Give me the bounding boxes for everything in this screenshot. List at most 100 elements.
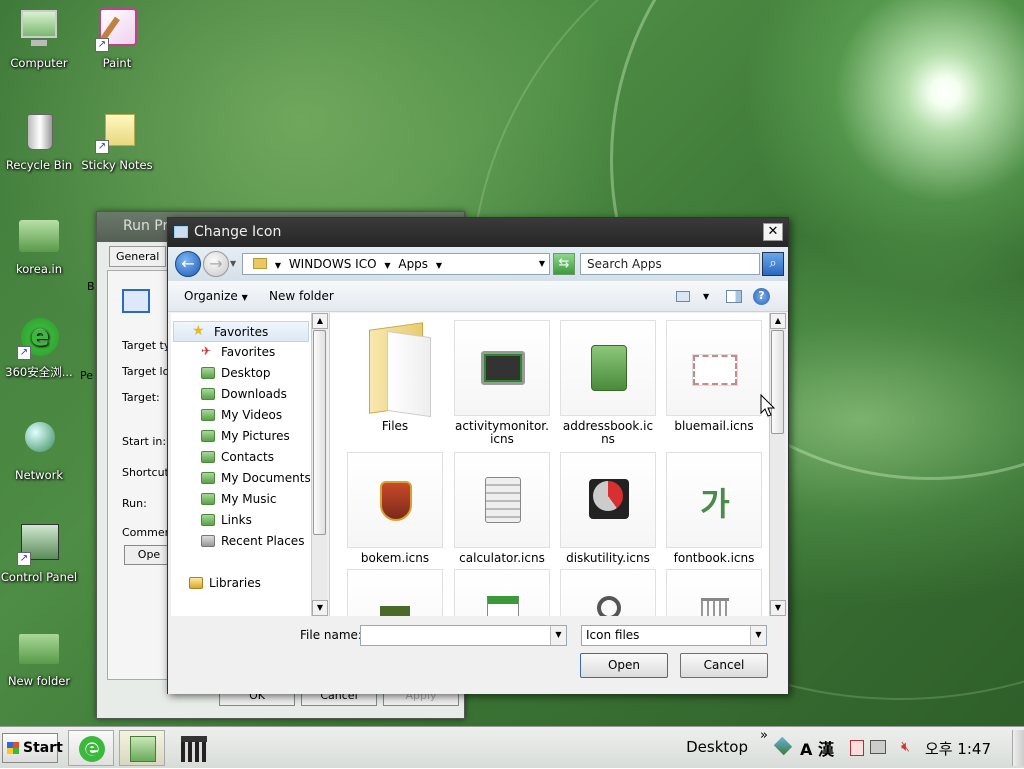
dialog-footer: File name: ▼ Icon files ▼ Open Cancel: [168, 616, 788, 694]
file-item-addressbook[interactable]: addressbook.icns: [560, 320, 656, 446]
nav-item-recent-places[interactable]: Recent Places: [171, 531, 311, 552]
view-icon[interactable]: [676, 291, 690, 302]
scroll-thumb[interactable]: [771, 330, 784, 434]
network-tray-icon[interactable]: [870, 740, 886, 754]
back-arrow-icon: ←: [181, 254, 195, 273]
organize-button[interactable]: Organize ▼: [184, 289, 248, 303]
dialog-app-icon: [174, 226, 188, 238]
action-center-flag-icon[interactable]: [850, 740, 864, 756]
desktop-icon-recycle-bin[interactable]: Recycle Bin: [0, 110, 78, 172]
nav-libraries-header[interactable]: Libraries: [171, 573, 311, 594]
breadcrumb-item[interactable]: WINDOWS ICO: [289, 257, 377, 271]
paint-icon: ↗: [95, 8, 139, 52]
activity-monitor-icon: [454, 320, 550, 416]
scroll-up-arrow[interactable]: ▲: [770, 313, 786, 329]
file-item-activitymonitor[interactable]: activitymonitor.icns: [454, 320, 550, 446]
desktop-icon-new-folder[interactable]: New folder: [0, 626, 78, 688]
folder-icon: [17, 626, 61, 670]
nav-item-desktop[interactable]: Desktop: [171, 363, 311, 384]
desktop-toolbar-label[interactable]: Desktop: [686, 738, 748, 756]
ime-indicator[interactable]: A 漢: [800, 736, 834, 760]
breadcrumb-item[interactable]: Apps: [398, 257, 428, 271]
chevron-down-icon: ▼: [435, 261, 443, 270]
desktop-icon-control-panel[interactable]: ↗ Control Panel: [0, 522, 78, 584]
refresh-button[interactable]: ⇆: [553, 253, 575, 275]
contacts-icon: [201, 451, 215, 463]
start-button[interactable]: Start: [2, 733, 63, 763]
nav-item-links[interactable]: Links: [171, 510, 311, 531]
mouse-cursor: [760, 394, 776, 417]
volume-muted-icon[interactable]: 🔇︎: [901, 739, 910, 755]
nav-item-favorites[interactable]: ✈ Favorites: [171, 342, 311, 363]
nav-item-my-videos[interactable]: My Videos: [171, 405, 311, 426]
clapperboard-icon: [181, 736, 207, 762]
nav-item-downloads[interactable]: Downloads: [171, 384, 311, 405]
links-icon: [201, 514, 215, 526]
desktop-icon-korea-in[interactable]: korea.in: [0, 214, 78, 276]
taskbar-run-properties[interactable]: [119, 730, 165, 766]
view-dropdown-icon[interactable]: ▼: [703, 292, 709, 301]
file-item-fontbook[interactable]: 가 fontbook.icns: [666, 452, 762, 565]
nav-item-contacts[interactable]: Contacts: [171, 447, 311, 468]
clock[interactable]: 오후 1:47: [925, 738, 991, 759]
nav-item-my-music[interactable]: My Music: [171, 489, 311, 510]
chevron-down-icon: ▼: [241, 293, 248, 302]
folder-icon: [347, 320, 443, 418]
back-button[interactable]: ←: [175, 251, 201, 277]
desktop-icon-network[interactable]: Network: [0, 420, 78, 482]
preview-pane-icon[interactable]: [726, 290, 742, 303]
nav-scrollbar[interactable]: ▲ ▼: [311, 313, 328, 616]
dialog-title: Change Icon: [194, 224, 282, 240]
chevron-down-icon[interactable]: ▼: [550, 626, 566, 645]
desktop-icon-sticky-notes[interactable]: ↗ Sticky Notes: [78, 110, 156, 172]
close-icon: ✕: [767, 224, 779, 239]
help-icon[interactable]: ?: [753, 288, 770, 305]
forward-arrow-icon: →: [209, 254, 223, 273]
language-bar-icon[interactable]: [773, 736, 793, 756]
address-dropdown-icon[interactable]: ▼: [539, 259, 545, 268]
desktop-icon-computer[interactable]: Computer: [0, 8, 78, 70]
downloads-icon: [201, 388, 215, 400]
scroll-up-arrow[interactable]: ▲: [312, 313, 328, 329]
toolbar: Organize ▼ New folder ▼ ?: [168, 281, 788, 312]
recent-places-icon: [201, 535, 215, 547]
breadcrumb[interactable]: ▼ WINDOWS ICO ▼ Apps ▼ ▼: [242, 253, 550, 275]
desktop-icon-360-browser[interactable]: e ↗ 360安全浏...: [0, 316, 78, 380]
file-item-calculator[interactable]: calculator.icns: [454, 452, 550, 565]
new-folder-button[interactable]: New folder: [269, 289, 334, 303]
chevron-down-icon[interactable]: ▼: [750, 626, 766, 645]
files-scrollbar[interactable]: ▲ ▼: [769, 313, 786, 616]
file-item-diskutility[interactable]: diskutility.icns: [560, 452, 656, 565]
windows-logo-icon: [7, 742, 19, 754]
toolbar-chevron[interactable]: »: [760, 728, 768, 743]
nav-item-my-documents[interactable]: My Documents: [171, 468, 311, 489]
file-item-bluemail[interactable]: bluemail.icns: [666, 320, 762, 433]
control-panel-icon: ↗: [17, 522, 61, 566]
open-button[interactable]: Open: [580, 653, 668, 678]
tab-general[interactable]: General: [109, 246, 167, 267]
side-text: B: [87, 280, 95, 293]
nav-item-my-pictures[interactable]: My Pictures: [171, 426, 311, 447]
cancel-button[interactable]: Cancel: [680, 653, 768, 678]
close-button[interactable]: ✕: [763, 223, 783, 241]
desktop-icon-paint[interactable]: ↗ Paint: [78, 8, 156, 70]
taskbar-browser[interactable]: e: [68, 730, 114, 766]
file-type-select[interactable]: Icon files ▼: [581, 625, 767, 646]
file-item-files[interactable]: Files: [347, 320, 443, 433]
forward-button[interactable]: →: [203, 251, 229, 277]
videos-icon: [201, 409, 215, 421]
scroll-down-arrow[interactable]: ▼: [770, 600, 786, 616]
dialog-titlebar[interactable]: Change Icon: [168, 218, 788, 247]
search-button[interactable]: ⌕: [762, 252, 784, 276]
change-icon-dialog: Change Icon ✕ ← → ▼ ▼ WINDOWS ICO ▼ Apps…: [167, 217, 789, 694]
scroll-down-arrow[interactable]: ▼: [312, 600, 328, 616]
search-input[interactable]: Search Apps: [580, 253, 760, 275]
file-item-bokem[interactable]: bokem.icns: [347, 452, 443, 565]
taskbar-media[interactable]: [170, 730, 216, 766]
music-icon: [201, 493, 215, 505]
recent-pages-dropdown[interactable]: ▼: [230, 259, 236, 268]
nav-favorites-header[interactable]: ★ Favorites: [173, 321, 309, 342]
scroll-thumb[interactable]: [313, 330, 326, 535]
show-desktop-button[interactable]: [1012, 730, 1024, 766]
file-name-input[interactable]: ▼: [360, 625, 567, 646]
